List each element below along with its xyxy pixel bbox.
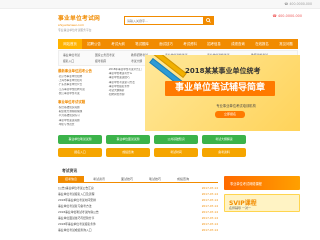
news-section-header: 考试资讯 xyxy=(58,168,298,174)
quick-link-button[interactable]: 报名入口 xyxy=(58,148,102,157)
news-date: 2017-07-14 xyxy=(201,210,218,214)
banner-headline: 事业单位笔试辅导简章 xyxy=(165,81,275,96)
tab-exam-news[interactable]: 考试资讯 xyxy=(86,176,112,183)
quick-link-button[interactable]: 考试大纲解读 xyxy=(202,135,246,144)
nav-item-register[interactable]: 在线报名 xyxy=(250,39,274,49)
search-button[interactable] xyxy=(203,17,213,24)
nav-item-syllabus[interactable]: 考试大纲 xyxy=(106,39,130,49)
subnav-link[interactable]: 报考指南 xyxy=(95,59,106,63)
banner-year-title: 2018某某事业单位统考 xyxy=(185,67,261,75)
right-ads: 事业单位考试网络课程 SVIP课程 名师辅导 一对一 xyxy=(224,176,300,236)
tab-written[interactable]: 笔试技巧 xyxy=(142,176,168,183)
quick-link-button[interactable]: 成绩查询 xyxy=(106,148,150,157)
site-logo[interactable]: 事业单位考试网 shiyedanwei.com 专业事业单位考试服务平台 xyxy=(58,13,110,33)
news-tabs: 招考信息 考试资讯 面试技巧 笔试技巧 成绩查询 xyxy=(58,176,218,183)
logo-slogan: 专业事业单位考试服务平台 xyxy=(58,27,92,32)
news-section-title: 考试资讯 xyxy=(62,168,78,173)
tab-scores[interactable]: 成绩查询 xyxy=(170,176,196,183)
news-date: 2017-07-14 xyxy=(201,186,218,190)
news-title: 事业单位考试报名入口及流程 xyxy=(58,192,95,196)
news-date: 2017-07-14 xyxy=(201,192,218,196)
quick-link-button[interactable]: 备考资料 xyxy=(202,148,246,157)
news-title: 事业单位考试复习备考方法 xyxy=(58,204,92,208)
list-item[interactable]: ·申论写作范文 xyxy=(58,123,104,127)
header-phone: ☎ 400-0000-000 xyxy=(272,14,302,18)
tab-recruitment[interactable]: 招考信息 xyxy=(58,176,84,183)
announcements-title: 最新事业单位招考公告 xyxy=(58,69,92,73)
news-title: 2018事业单位笔试考试内容公告 xyxy=(58,210,99,214)
subnav-link[interactable]: 事业单位考试 xyxy=(63,53,80,57)
news-row[interactable]: 事业单位考试成绩查询入口 2017-07-14 xyxy=(58,228,218,234)
news-title: 事业单位考试成绩查询入口 xyxy=(58,228,92,232)
tab-interview[interactable]: 面试技巧 xyxy=(114,176,140,183)
search-icon xyxy=(205,18,211,23)
banner-subtitle: 专业事业单位考试培训机构 xyxy=(216,104,256,108)
banner-cta-button[interactable]: 立即报名 xyxy=(215,111,245,118)
list-item[interactable]: ·浙江事业单位考试 xyxy=(58,92,104,96)
main-nav: 网站首页 招聘公告 考试大纲 笔试题库 面试技巧 考试资料 招考信息 成绩查询 … xyxy=(58,39,298,49)
news-list: [公告]事业单位考试公告汇总 2017-07-14 事业单位考试报名入口及流程 20… xyxy=(58,186,218,236)
nav-item-scores[interactable]: 成绩查询 xyxy=(226,39,250,49)
logo-title: 事业单位考试网 xyxy=(58,16,100,22)
quick-link-button[interactable]: 事业单位笔试试题 xyxy=(58,135,102,144)
quick-links: 事业单位笔试试题 事业单位面试试题 公共基础知识 考试大纲解读 报名入口 成绩查… xyxy=(58,135,300,165)
nav-item-question-bank[interactable]: 笔试题库 xyxy=(130,39,154,49)
nav-item-announcements[interactable]: 招聘公告 xyxy=(82,39,106,49)
ad-course-text: 事业单位考试网络课程 xyxy=(230,182,262,186)
ad-banner-svip[interactable]: SVIP课程 名师辅导 一对一 xyxy=(224,194,300,212)
quick-link-button[interactable]: 考试时间 xyxy=(154,148,198,157)
topbar-phone: ☎ 400-0000-000 xyxy=(284,2,312,6)
nav-item-faq[interactable]: 常见问题 xyxy=(274,39,298,49)
news-date: 2017-07-14 xyxy=(201,228,218,232)
news-date: 2017-07-14 xyxy=(201,216,218,220)
news-title: 事业单位面试技巧与经验分享 xyxy=(58,216,95,220)
logo-en: shiyedanwei.com xyxy=(58,22,85,27)
subnav-link[interactable]: 考试大纲 xyxy=(131,59,142,63)
subnav-link[interactable]: 国家公务员考试 xyxy=(95,53,115,57)
quick-link-button[interactable]: 公共基础知识 xyxy=(154,135,198,144)
ad-banner-course[interactable]: 事业单位考试网络课程 xyxy=(224,176,300,190)
nav-item-recruitment[interactable]: 招考信息 xyxy=(202,39,226,49)
news-title: [公告]事业单位考试公告汇总 xyxy=(58,186,94,190)
nav-item-interview-tips[interactable]: 面试技巧 xyxy=(154,39,178,49)
subnav-link[interactable]: 报名入口 xyxy=(63,59,74,63)
quick-link-button[interactable]: 事业单位面试试题 xyxy=(106,135,150,144)
news-date: 2017-07-14 xyxy=(201,222,218,226)
middle-column: ·2018年事业单位考试公告汇总 ·事业单位笔试考什么 ·事业单位面试技巧 ·事… xyxy=(108,68,142,128)
ad-svip-sub: 名师辅导 一对一 xyxy=(229,206,251,210)
promo-banner[interactable]: 2018某某事业单位统考 事业单位笔试辅导简章 专业事业单位考试培训机构 立即报… xyxy=(145,55,300,131)
search-input[interactable] xyxy=(127,18,197,24)
top-bar: ☎ 400-0000-000 xyxy=(0,0,320,9)
nav-item-materials[interactable]: 考试资料 xyxy=(178,39,202,49)
news-title: 2018年事业单位考试报名条件 xyxy=(58,222,96,226)
news-title: 2018年事业单位考试时间安排 xyxy=(58,198,96,202)
questions-title: 事业单位考试试题 xyxy=(58,100,86,105)
nav-item-home[interactable]: 网站首页 xyxy=(58,39,82,49)
list-item[interactable]: ·招聘岗位查询 xyxy=(108,93,142,97)
news-date: 2017-07-14 xyxy=(201,204,218,208)
news-date: 2017-07-14 xyxy=(201,198,218,202)
search-box xyxy=(124,16,214,25)
